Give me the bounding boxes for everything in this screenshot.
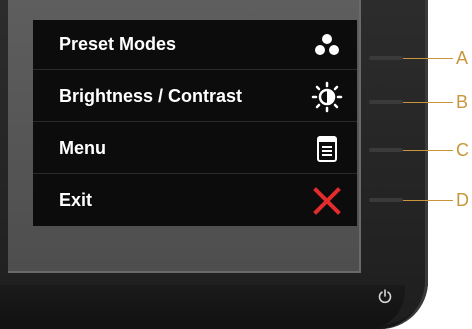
callout-line-b	[403, 102, 453, 103]
brightness-contrast-icon	[311, 81, 343, 113]
osd-item-menu[interactable]: Menu	[33, 124, 357, 174]
callout-line-c	[403, 150, 453, 151]
callout-label-a: A	[456, 48, 469, 68]
osd-item-preset-modes[interactable]: Preset Modes	[33, 20, 357, 70]
power-icon[interactable]	[377, 288, 393, 304]
callout-label-d: D	[456, 190, 469, 210]
button-d[interactable]	[369, 198, 403, 202]
osd-item-label: Menu	[59, 138, 106, 158]
monitor-bottom-edge	[0, 285, 405, 329]
osd-item-brightness-contrast[interactable]: Brightness / Contrast	[33, 72, 357, 122]
preset-modes-icon	[315, 34, 339, 55]
callout-label-c: C	[456, 140, 469, 160]
button-a[interactable]	[369, 56, 403, 60]
exit-icon	[313, 187, 341, 215]
button-b[interactable]	[369, 100, 403, 104]
osd-item-label: Exit	[59, 190, 93, 210]
osd-item-exit[interactable]: Exit	[33, 176, 357, 226]
callout-label-b: B	[456, 92, 469, 112]
osd-menu: Preset Modes Brightness / Contrast Menu	[33, 20, 357, 226]
osd-item-label: Preset Modes	[59, 34, 177, 54]
osd-item-label: Brightness / Contrast	[59, 86, 243, 106]
button-c[interactable]	[369, 148, 403, 152]
callout-line-d	[403, 200, 453, 201]
menu-icon	[317, 136, 337, 162]
callout-line-a	[403, 58, 453, 59]
